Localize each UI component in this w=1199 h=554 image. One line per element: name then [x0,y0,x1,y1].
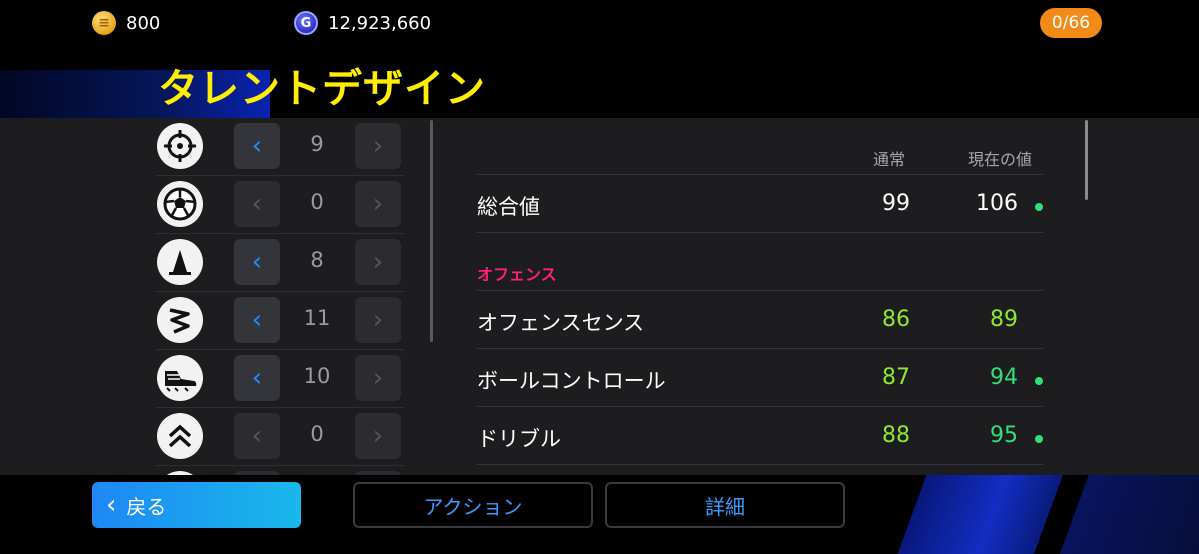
increase-button[interactable] [355,471,401,475]
back-button-label: 戻る [126,494,167,519]
stat-normal-value: 88 [882,423,910,448]
stat-row-overall: 総合値 99 106 [477,174,1043,232]
back-button[interactable]: ‹ 戻る [92,482,301,528]
page-title: タレントデザイン [158,66,486,112]
zigzag-icon [157,297,203,343]
detail-button[interactable]: 詳細 [605,482,845,528]
stat-name: 総合値 [477,195,540,219]
stat-current-value: 95 [990,423,1018,448]
decrease-button[interactable]: ‹ [234,239,280,285]
stat-normal-value: 99 [882,191,910,216]
stat-row: ボールコントロール 87 94 [477,348,1043,406]
decrease-button[interactable]: ‹ [234,297,280,343]
boost-indicator-dot [1035,377,1043,385]
increase-button[interactable]: › [355,239,401,285]
decorative-banner-bottom [860,475,1199,554]
stat-name: ドリブル [477,427,561,451]
gp-amount: 12,923,660 [328,12,432,34]
gp-balance: G 12,923,660 [294,10,431,36]
talent-value: 8 [310,248,324,272]
boost-indicator-dot [1035,203,1043,211]
coin-amount: 800 [126,12,161,34]
stat-current-value: 89 [990,307,1018,332]
coin-balance: ≡ 800 [92,10,160,36]
talent-row: ‹ 9 › [155,118,405,176]
chevron-left-icon: ‹ [106,490,117,520]
talent-list-scrollbar[interactable] [430,120,433,342]
stat-row-divider [477,464,1043,475]
column-header-normal: 通常 [873,150,906,169]
increase-button[interactable]: › [355,181,401,227]
boot-icon [157,355,203,401]
coin-icon: ≡ [92,11,116,35]
increase-button[interactable]: › [355,297,401,343]
stat-row: ドリブル 88 95 [477,406,1043,464]
gp-icon: G [294,11,318,35]
talent-icon [157,471,203,475]
talent-row [155,466,405,475]
chevrons-up-icon [157,413,203,459]
cone-icon [157,239,203,285]
talent-value: 0 [310,190,324,214]
talent-value: 11 [303,306,331,330]
talent-row: ‹ 0 › [155,176,405,234]
decrease-button[interactable]: ‹ [234,181,280,227]
increase-button[interactable]: › [355,413,401,459]
section-row: オフェンス [477,232,1043,290]
stat-normal-value: 86 [882,307,910,332]
talent-value: 9 [310,132,324,156]
increase-button[interactable]: › [355,123,401,169]
boost-indicator-dot [1035,435,1043,443]
detail-button-label: 詳細 [705,494,745,519]
talent-value: 10 [303,364,331,388]
stat-normal-value: 87 [882,365,910,390]
action-button-label: アクション [423,494,523,519]
talent-points-counter: 0/66 [1040,8,1102,38]
talent-value: 0 [310,422,324,446]
decrease-button[interactable]: ‹ [234,413,280,459]
increase-button[interactable]: › [355,355,401,401]
talent-row: ‹ 8 › [155,234,405,292]
section-label: オフェンス [477,265,557,284]
talent-row: ‹ 10 › [155,350,405,408]
stats-scrollbar[interactable] [1085,120,1088,200]
action-button[interactable]: アクション [353,482,593,528]
decrease-button[interactable]: ‹ [234,355,280,401]
ball-icon [157,181,203,227]
talent-row: ‹ 0 › [155,408,405,466]
stat-current-value: 94 [990,365,1018,390]
stat-name: ボールコントロール [477,369,666,393]
column-header-current: 現在の値 [968,150,1033,169]
stat-name: オフェンスセンス [477,311,645,335]
main-panel: ‹ 9 › ‹ 0 › ‹ 8 › ‹ 11 › ‹ 10 › ‹ 0 › 通常… [0,118,1199,475]
stat-current-value: 106 [976,191,1018,216]
talent-row: ‹ 11 › [155,292,405,350]
stat-row: オフェンスセンス 86 89 [477,290,1043,348]
decrease-button[interactable] [234,471,280,475]
decrease-button[interactable]: ‹ [234,123,280,169]
target-icon [157,123,203,169]
